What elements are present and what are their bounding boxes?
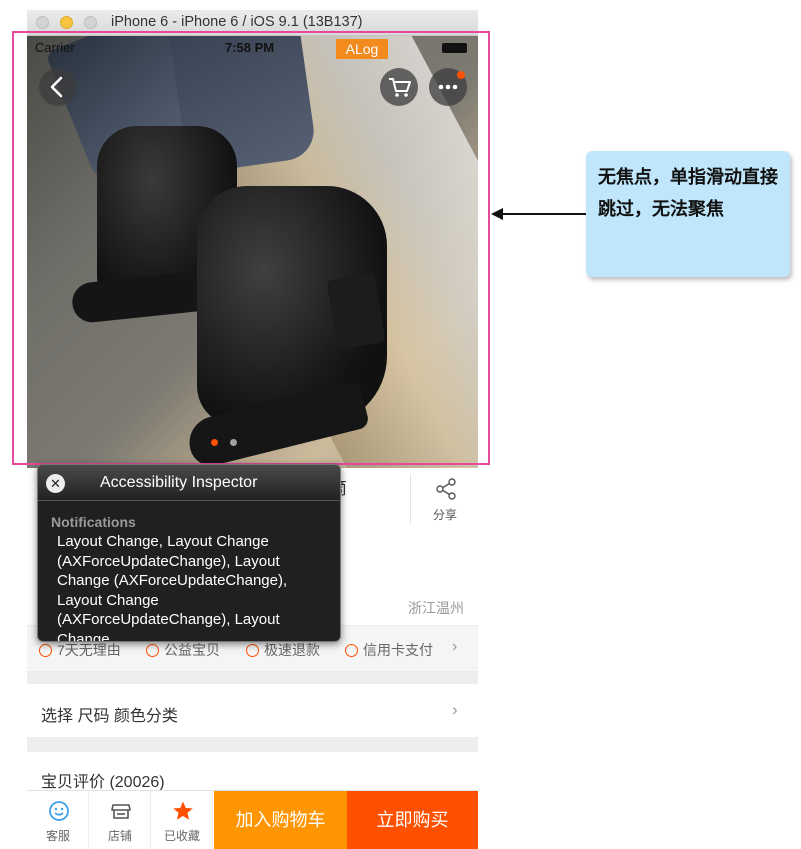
service-label: 公益宝贝 xyxy=(164,642,220,658)
window-title: iPhone 6 - iPhone 6 / iOS 9.1 (13B137) xyxy=(111,14,363,30)
check-circle-icon xyxy=(146,644,159,657)
store-label: 店铺 xyxy=(107,829,132,843)
chevron-right-icon: › xyxy=(452,700,458,719)
buy-now-button[interactable]: 立即购买 xyxy=(347,791,478,849)
share-button[interactable]: 分享 xyxy=(410,474,478,524)
ship-from-location: 浙江温州 xyxy=(408,600,464,616)
close-icon[interactable]: ✕ xyxy=(46,474,65,493)
inspector-header: ✕ Accessibility Inspector xyxy=(38,465,340,501)
service-label: 极速退款 xyxy=(264,642,320,658)
chevron-right-icon: › xyxy=(452,638,458,655)
check-circle-icon xyxy=(39,644,52,657)
service-item: 7天无理由 xyxy=(39,640,121,660)
smiley-chat-icon xyxy=(49,801,69,821)
service-label: 信用卡支付 xyxy=(363,642,433,658)
check-circle-icon xyxy=(246,644,259,657)
section-divider xyxy=(27,738,478,752)
inspector-notifications-text: Layout Change, Layout Change (AXForceUpd… xyxy=(57,533,288,642)
window-minimize-button[interactable] xyxy=(60,16,73,29)
reviews-header[interactable]: 宝贝评价 (20026) xyxy=(41,768,165,792)
section-divider xyxy=(27,670,478,684)
add-to-cart-button[interactable]: 加入购物车 xyxy=(214,791,347,849)
service-item: 极速退款 xyxy=(246,640,320,660)
customer-service-label: 客服 xyxy=(45,829,70,843)
share-label: 分享 xyxy=(432,508,457,522)
callout-arrow-line xyxy=(498,213,588,215)
inspector-title: Accessibility Inspector xyxy=(100,474,258,491)
window-close-button[interactable] xyxy=(36,16,49,29)
accessibility-inspector-panel: ✕ Accessibility Inspector Notifications … xyxy=(37,464,341,642)
star-icon xyxy=(173,801,193,820)
sku-selector-label: 选择 尺码 颜色分类 xyxy=(41,708,178,725)
service-item: 信用卡支付 xyxy=(345,640,433,660)
sku-selector-row[interactable]: 选择 尺码 颜色分类 › xyxy=(27,684,478,738)
arrow-left-icon xyxy=(491,208,503,220)
bottom-action-bar: 客服 店铺 已收藏 加入购物车 立即购买 xyxy=(27,790,478,849)
inspector-section-heading: Notifications xyxy=(51,514,136,530)
store-button[interactable]: 店铺 xyxy=(89,791,151,849)
customer-service-button[interactable]: 客服 xyxy=(27,791,89,849)
check-circle-icon xyxy=(345,644,358,657)
store-icon xyxy=(111,804,131,819)
share-icon xyxy=(436,478,456,500)
favorite-button[interactable]: 已收藏 xyxy=(151,791,213,849)
annotation-callout: 无焦点，单指滑动直接跳过，无法聚焦 xyxy=(586,151,790,277)
focus-highlight-frame xyxy=(12,31,490,465)
window-zoom-button[interactable] xyxy=(84,16,97,29)
service-item: 公益宝贝 xyxy=(146,640,220,660)
favorite-label: 已收藏 xyxy=(163,829,200,843)
service-label: 7天无理由 xyxy=(57,642,121,658)
